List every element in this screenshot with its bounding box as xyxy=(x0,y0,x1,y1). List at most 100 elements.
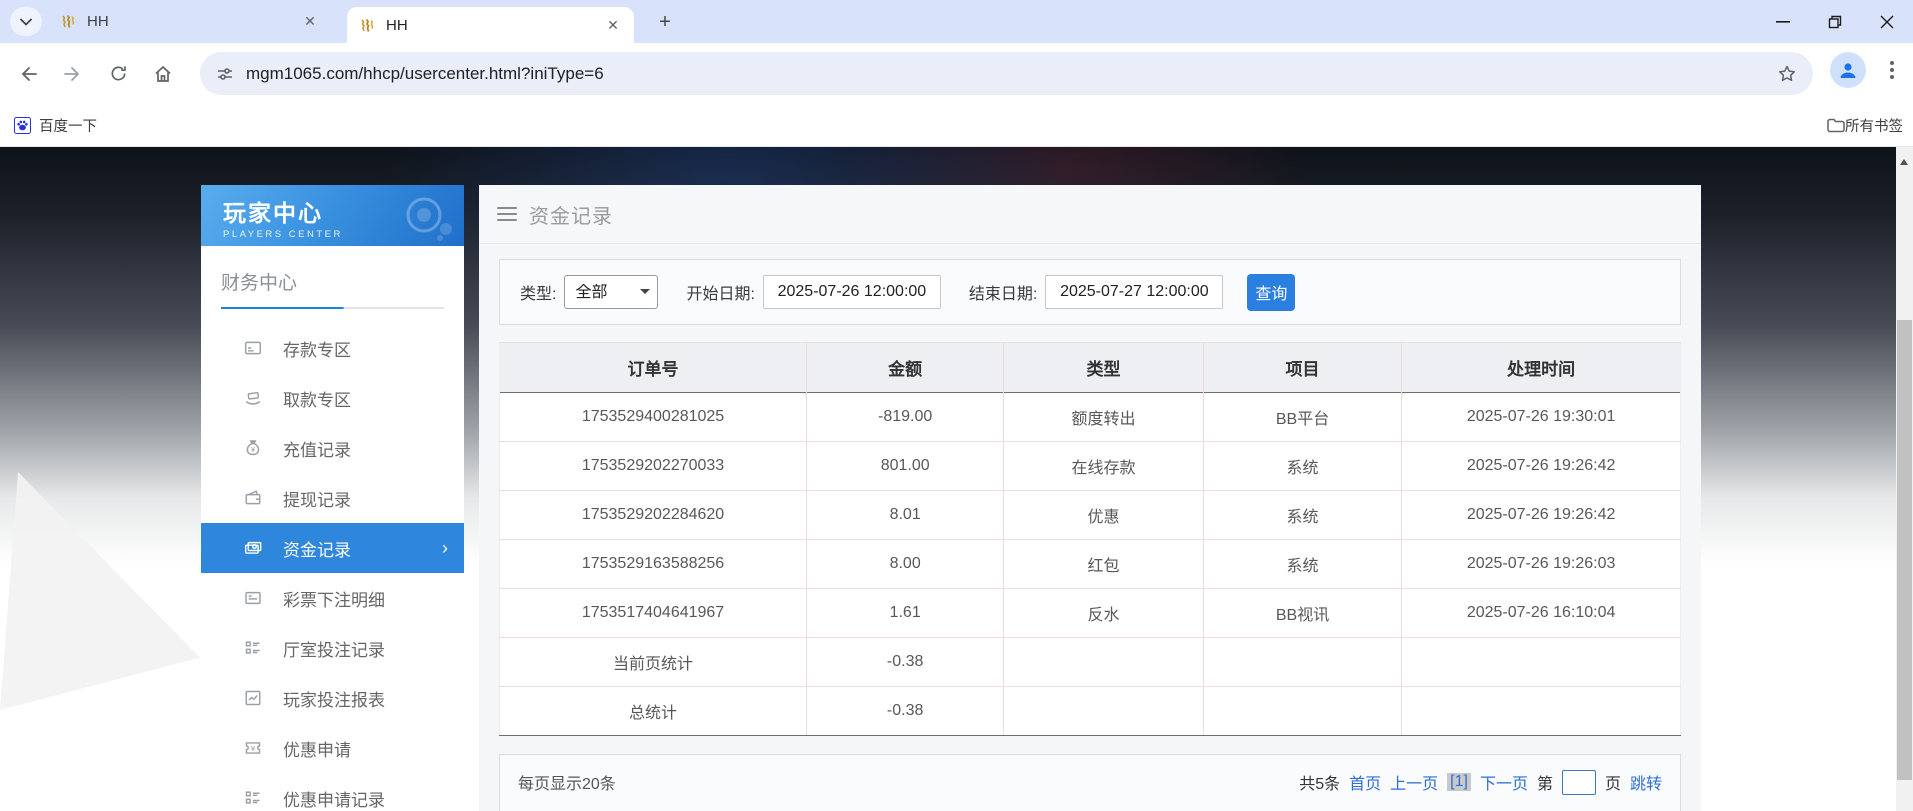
home-icon[interactable] xyxy=(146,57,180,91)
jump-button[interactable]: 跳转 xyxy=(1630,770,1662,794)
filter-bar: 类型: 全部 开始日期: 结束日期: 查询 xyxy=(499,259,1681,325)
window-restore-button[interactable] xyxy=(1809,0,1861,43)
gamepad-decor-icon xyxy=(402,193,458,243)
table-row: 总统计-0.38 xyxy=(500,686,1681,735)
column-header: 项目 xyxy=(1203,343,1401,392)
table-cell: 2025-07-26 19:26:42 xyxy=(1402,490,1681,539)
new-tab-button[interactable]: + xyxy=(652,9,678,35)
background-triangle-decor xyxy=(0,472,200,710)
total-count: 共5条 xyxy=(1299,770,1340,794)
table-cell: -0.38 xyxy=(807,686,1004,735)
all-bookmarks-button[interactable]: 所有书签 xyxy=(1827,115,1903,136)
funds-table: 订单号金额类型项目处理时间 1753529400281025-819.00额度转… xyxy=(499,343,1681,736)
table-row: 1753529202270033801.00在线存款系统2025-07-26 1… xyxy=(500,441,1681,490)
table-cell: 系统 xyxy=(1203,441,1401,490)
bookmark-star-icon[interactable] xyxy=(1777,64,1797,84)
page-jump-input[interactable] xyxy=(1562,770,1596,795)
table-cell: 1753529202284620 xyxy=(500,490,807,539)
end-date-input[interactable] xyxy=(1045,275,1223,309)
wallet-icon xyxy=(243,488,263,508)
table-cell: BB平台 xyxy=(1203,392,1401,441)
forward-icon[interactable] xyxy=(56,57,90,91)
sidebar-item-label: 优惠申请记录 xyxy=(283,786,385,811)
browser-toolbar: mgm1065.com/hhcp/usercenter.html?iniType… xyxy=(0,43,1913,104)
window-minimize-button[interactable] xyxy=(1757,0,1809,43)
sidebar-item-label: 取款专区 xyxy=(283,386,351,411)
tab-close-icon[interactable]: ✕ xyxy=(301,13,319,31)
jump-suffix-label: 页 xyxy=(1605,770,1621,794)
scrollbar-up-arrow-icon[interactable] xyxy=(1900,155,1908,165)
sidebar-item-hall-bet-records[interactable]: 厅室投注记录 xyxy=(201,623,464,673)
url-text[interactable]: mgm1065.com/hhcp/usercenter.html?iniType… xyxy=(246,64,1777,84)
sidebar-item-funds-records[interactable]: 资金记录 › xyxy=(201,523,464,573)
tab-label: HH xyxy=(87,13,301,30)
scrollbar-thumb[interactable] xyxy=(1897,320,1912,780)
window-close-button[interactable] xyxy=(1861,0,1913,43)
chart-icon xyxy=(243,688,263,708)
table-cell: 801.00 xyxy=(807,441,1004,490)
column-header: 处理时间 xyxy=(1402,343,1681,392)
list-card-icon xyxy=(243,588,263,608)
prev-page-link[interactable]: 上一页 xyxy=(1390,770,1438,794)
sidebar-item-label: 存款专区 xyxy=(283,336,351,361)
svg-text:¥: ¥ xyxy=(251,744,256,753)
start-date-input[interactable] xyxy=(763,275,941,309)
table-cell: 优惠 xyxy=(1004,490,1204,539)
table-cell: 1753529202270033 xyxy=(500,441,807,490)
section-underline xyxy=(221,307,444,309)
browser-window: HH ✕ HH ✕ + xyxy=(0,0,1913,811)
profile-avatar[interactable] xyxy=(1830,52,1866,88)
table-cell: 1753517404641967 xyxy=(500,588,807,637)
table-cell: 在线存款 xyxy=(1004,441,1204,490)
next-page-link[interactable]: 下一页 xyxy=(1480,770,1528,794)
sidebar-item-label: 提现记录 xyxy=(283,486,351,511)
tab-search-chevron-icon[interactable] xyxy=(10,7,42,36)
type-select[interactable]: 全部 xyxy=(564,275,658,309)
sidebar-item-label: 优惠申请 xyxy=(283,736,351,761)
column-header: 订单号 xyxy=(500,343,807,392)
chevron-right-icon: › xyxy=(442,538,448,559)
start-date-label: 开始日期: xyxy=(686,280,754,304)
url-bar[interactable]: mgm1065.com/hhcp/usercenter.html?iniType… xyxy=(200,52,1813,95)
sidebar-item-withdraw-zone[interactable]: 取款专区 xyxy=(201,373,464,423)
sidebar-item-promo-apply[interactable]: ¥ 优惠申请 xyxy=(201,723,464,773)
end-date-label: 结束日期: xyxy=(969,280,1037,304)
sidebar-item-promo-apply-records[interactable]: 优惠申请记录 xyxy=(201,773,464,811)
sidebar-item-label: 充值记录 xyxy=(283,436,351,461)
site-settings-icon[interactable] xyxy=(216,65,234,83)
sidebar-item-player-bet-report[interactable]: 玩家投注报表 xyxy=(201,673,464,723)
sidebar-header: 玩家中心 PLAYERS CENTER xyxy=(201,185,464,246)
menu-dots-icon[interactable] xyxy=(1879,57,1905,83)
search-button[interactable]: 查询 xyxy=(1247,274,1295,311)
sidebar-item-label: 资金记录 xyxy=(283,536,351,561)
sidebar-item-recharge-records[interactable]: ¥ 充值记录 xyxy=(201,423,464,473)
reload-icon[interactable] xyxy=(101,57,135,91)
table-row: 17535174046419671.61反水BB视讯2025-07-26 16:… xyxy=(500,588,1681,637)
moneybag-icon: ¥ xyxy=(243,438,263,458)
table-row: 当前页统计-0.38 xyxy=(500,637,1681,686)
sidebar-item-label: 彩票下注明细 xyxy=(283,586,385,611)
panel-header: 资金记录 xyxy=(479,185,1701,244)
tab-hh-1[interactable]: HH ✕ xyxy=(48,0,331,43)
sidebar-item-withdrawal-records[interactable]: 提现记录 xyxy=(201,473,464,523)
svg-text:¥: ¥ xyxy=(251,445,256,454)
tab-hh-2[interactable]: HH ✕ xyxy=(347,7,634,43)
table-cell xyxy=(1004,637,1204,686)
type-label: 类型: xyxy=(520,280,556,304)
table-cell: 反水 xyxy=(1004,588,1204,637)
table-cell: 1753529400281025 xyxy=(500,392,807,441)
site-favicon-icon xyxy=(60,13,77,30)
current-page-indicator[interactable]: [1] xyxy=(1447,773,1471,791)
tab-close-icon[interactable]: ✕ xyxy=(604,16,622,34)
bookmark-baidu[interactable]: 百度一下 xyxy=(14,115,97,136)
type-select-wrap: 全部 xyxy=(564,275,658,309)
sidebar-item-lottery-bet-details[interactable]: 彩票下注明细 xyxy=(201,573,464,623)
table-cell: 总统计 xyxy=(500,686,807,735)
page-scrollbar[interactable] xyxy=(1896,147,1913,811)
table-cell: 8.01 xyxy=(807,490,1004,539)
hamburger-icon[interactable] xyxy=(497,207,517,222)
sidebar-item-deposit-zone[interactable]: 存款专区 xyxy=(201,323,464,373)
first-page-link[interactable]: 首页 xyxy=(1349,770,1381,794)
table-row: 17535291635882568.00红包系统2025-07-26 19:26… xyxy=(500,539,1681,588)
back-icon[interactable] xyxy=(11,57,45,91)
